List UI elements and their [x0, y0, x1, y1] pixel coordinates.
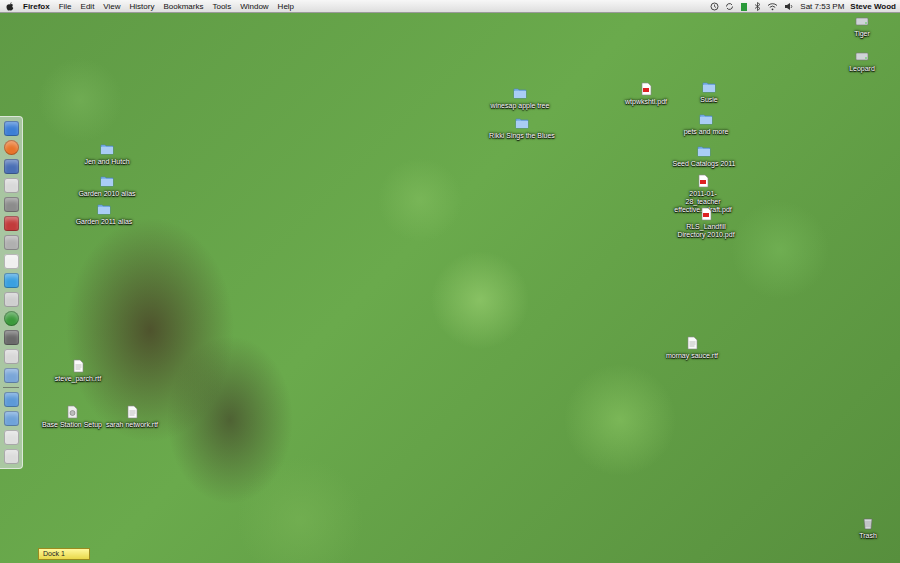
dock-app-icon[interactable] — [4, 330, 19, 345]
clock[interactable]: Sat 7:53 PM — [800, 1, 844, 12]
sync-icon[interactable] — [725, 2, 734, 11]
folder-icon — [100, 142, 114, 156]
desktop-screen: Firefox File Edit View History Bookmarks Tools… — [0, 0, 900, 563]
desktop-icon-label: steve_parch.rtf — [55, 375, 101, 383]
desktop-icon[interactable]: Garden 2011 alias — [59, 202, 149, 226]
dock-folder-icon[interactable] — [4, 430, 19, 445]
wallpaper — [0, 0, 900, 563]
desktop-icon-label: Tiger — [854, 30, 870, 38]
desktop-icon[interactable]: winesap apple tree — [475, 86, 565, 110]
desktop-icon[interactable]: Garden 2010 alias — [62, 174, 152, 198]
menu-item[interactable]: Help — [278, 1, 294, 12]
document-icon — [685, 336, 699, 350]
dock-app-icon[interactable] — [4, 311, 19, 326]
desktop-icon-label: winesap apple tree — [491, 102, 550, 110]
desktop-icon[interactable]: Seed Catalogs 2011 — [659, 144, 749, 168]
hard-disk-icon — [855, 14, 869, 28]
menu-item[interactable]: History — [130, 1, 155, 12]
desktop-icon-label: Leopard — [849, 65, 875, 73]
desktop-icon-label: Jen and Hutch — [84, 158, 129, 166]
app-menu[interactable]: Firefox — [23, 1, 50, 12]
desktop-icon-label: pets and more — [684, 128, 729, 136]
dock-tab[interactable]: Dock 1 — [38, 548, 90, 560]
dock-app-icon[interactable] — [4, 197, 19, 212]
desktop-icon[interactable]: sarah network.rtf — [87, 405, 177, 429]
dock-app-icon[interactable] — [4, 254, 19, 269]
folder-icon — [699, 112, 713, 126]
document-icon — [125, 405, 139, 419]
dock-app-icon[interactable] — [4, 159, 19, 174]
desktop-icon[interactable]: Susie — [664, 80, 754, 104]
desktop-icon-label: Trash — [859, 532, 877, 540]
folder-icon — [515, 116, 529, 130]
dock-app-icon[interactable] — [4, 368, 19, 383]
user-menu[interactable]: Steve Wood — [850, 1, 896, 12]
apple-icon[interactable] — [6, 2, 14, 11]
desktop-icon[interactable]: Rikki Sings the Blues — [477, 116, 567, 140]
hard-disk-icon — [855, 49, 869, 63]
desktop-icon-label: Base Station Setup — [42, 421, 102, 429]
desktop-icon-label: Garden 2010 alias — [78, 190, 135, 198]
desktop-icon[interactable]: pets and more — [661, 112, 751, 136]
desktop: Tiger Leopard winesap apple tree wtpwkshtl.… — [0, 13, 900, 563]
desktop-icon[interactable]: Leopard — [817, 49, 900, 73]
desktop-icon-label: Garden 2011 alias — [76, 218, 133, 226]
desktop-icon[interactable]: steve_parch.rtf — [33, 359, 123, 383]
dock-app-icon[interactable] — [4, 273, 19, 288]
pdf-file-icon — [639, 82, 653, 96]
menu-item[interactable]: View — [103, 1, 120, 12]
status-tray: Sat 7:53 PM Steve Wood — [710, 1, 896, 12]
desktop-icon[interactable]: Tiger — [817, 14, 900, 38]
battery-icon[interactable] — [740, 2, 748, 11]
desktop-icon[interactable]: Jen and Hutch — [62, 142, 152, 166]
time-machine-icon[interactable] — [710, 2, 719, 11]
menu-bar: Firefox File Edit View History Bookmarks Tools… — [0, 0, 900, 13]
dock-app-icon[interactable] — [4, 121, 19, 136]
desktop-icon[interactable]: Trash — [823, 516, 900, 540]
desktop-icon[interactable]: mornay sauce.rtf — [647, 336, 737, 360]
dock-folder-icon[interactable] — [4, 392, 19, 407]
pdf-file-icon — [699, 207, 713, 221]
desktop-icon-label: Susie — [700, 96, 718, 104]
dock-separator — [3, 387, 19, 388]
menu-item[interactable]: File — [59, 1, 72, 12]
dock-app-icon[interactable] — [4, 292, 19, 307]
dock-folder-icon[interactable] — [4, 411, 19, 426]
trash-icon — [861, 516, 875, 530]
desktop-icon[interactable]: wtpwkshtl.pdf — [601, 82, 691, 106]
base-station-icon — [65, 405, 79, 419]
folder-icon — [702, 80, 716, 94]
desktop-icon-label: sarah network.rtf — [106, 421, 158, 429]
desktop-icon-label: Seed Catalogs 2011 — [673, 160, 736, 168]
desktop-icon[interactable]: RLS_Landfill Directory 2010.pdf — [661, 207, 751, 239]
desktop-icon-label: Rikki Sings the Blues — [489, 132, 555, 140]
folder-icon — [697, 144, 711, 158]
pdf-file-icon — [696, 174, 710, 188]
volume-icon[interactable] — [784, 2, 794, 11]
dock-app-icon[interactable] — [4, 349, 19, 364]
bluetooth-icon[interactable] — [754, 2, 761, 11]
menu-item[interactable]: Bookmarks — [163, 1, 203, 12]
dock-app-icon[interactable] — [4, 140, 19, 155]
folder-icon — [97, 202, 111, 216]
menu-item[interactable]: Edit — [81, 1, 95, 12]
document-icon — [71, 359, 85, 373]
menu-item[interactable]: Window — [240, 1, 268, 12]
desktop-icon-label: wtpwkshtl.pdf — [625, 98, 667, 106]
dock-app-icon[interactable] — [4, 216, 19, 231]
folder-icon — [100, 174, 114, 188]
desktop-icon-label: mornay sauce.rtf — [666, 352, 718, 360]
dock-folder-icon[interactable] — [4, 449, 19, 464]
menu-item[interactable]: Tools — [212, 1, 231, 12]
desktop-icon[interactable]: Base Station Setup — [27, 405, 117, 429]
dock — [0, 116, 23, 469]
desktop-icon-label: RLS_Landfill Directory 2010.pdf — [675, 223, 737, 239]
folder-icon — [513, 86, 527, 100]
wifi-icon[interactable] — [767, 2, 778, 11]
dock-app-icon[interactable] — [4, 178, 19, 193]
dock-app-icon[interactable] — [4, 235, 19, 250]
